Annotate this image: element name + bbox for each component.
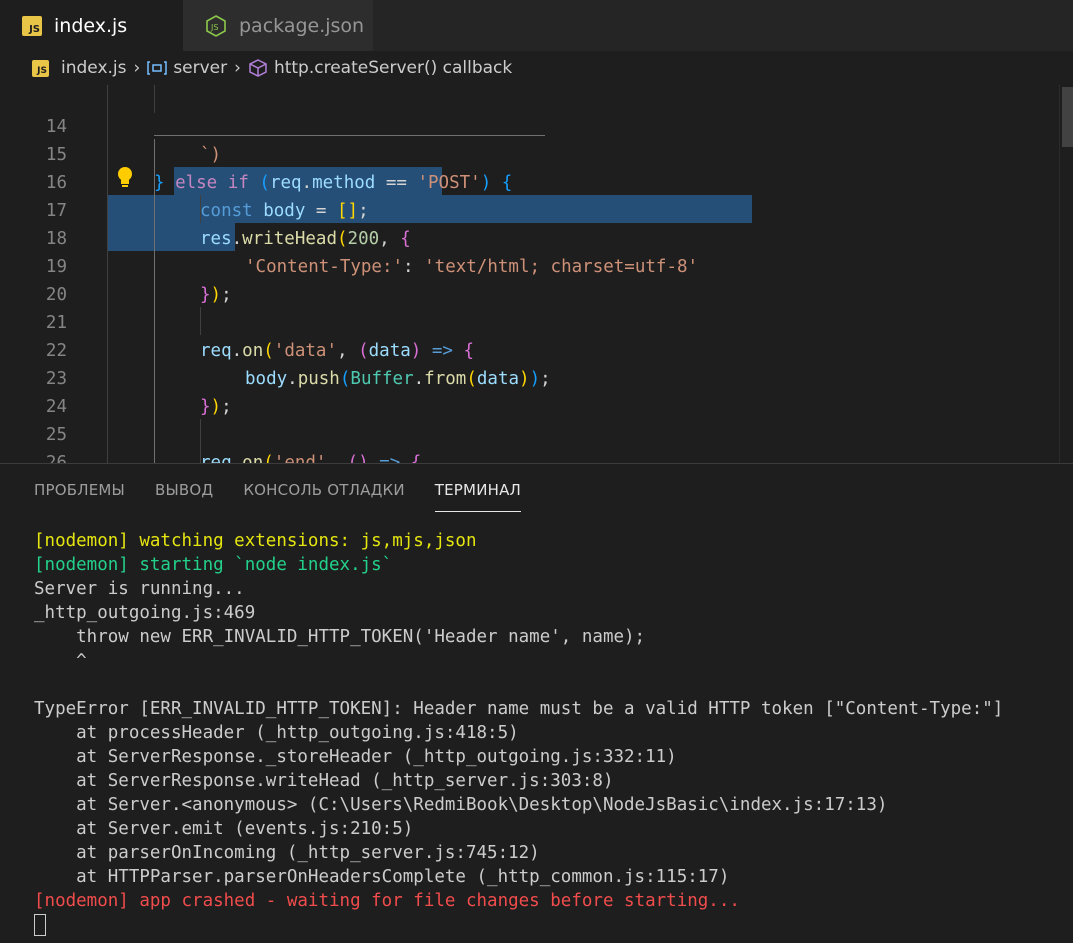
terminal-line: Server is running... [34,579,245,599]
terminal-line: at Server.emit (events.js:210:5) [34,819,414,839]
variable-icon [147,61,168,75]
breadcrumb-callback[interactable]: http.createServer() callback [274,58,512,78]
terminal-line: [nodemon] starting `node index.js` [34,555,393,575]
code-line: 14 `) [0,85,1073,165]
terminal-line: at processHeader (_http_outgoing.js:418:… [34,723,519,743]
code-line: 17 res.writeHead(200, { [0,169,1073,249]
code-line: 15 } else if (req.method == 'POST') { [0,113,1073,193]
terminal-cursor [34,914,46,936]
tab-output[interactable]: ВЫВОД [155,481,213,512]
code-line: 20 [0,253,1073,305]
terminal-output[interactable]: [nodemon] watching extensions: js,mjs,js… [34,529,1003,937]
tab-debug-console[interactable]: КОНСОЛЬ ОТЛАДКИ [243,481,404,512]
scrollbar-thumb[interactable] [1062,87,1073,147]
code-line: 21 req.on('data', (data) => { [0,281,1073,361]
code-line: 25 req.on('end', () => { [0,393,1073,463]
nodejs-icon: JS [206,14,226,37]
breadcrumb: JS index.js › server › http.createServer… [0,51,1073,85]
terminal-line: throw new ERR_INVALID_HTTP_TOKEN('Header… [34,627,646,647]
tab-package-json[interactable]: JS package.json [183,0,373,51]
terminal-line: at parserOnIncoming (_http_server.js:745… [34,843,540,863]
terminal-line: ^ [34,651,87,671]
tab-terminal[interactable]: ТЕРМИНАЛ [434,481,522,512]
code-line: 24 [0,365,1073,417]
code-line: 18 'Content-Type:': 'text/html; charset=… [0,197,1073,277]
tab-label: package.json [239,14,365,37]
terminal-prompt[interactable] [34,913,1003,937]
terminal-line: at ServerResponse.writeHead (_http_serve… [34,771,614,791]
bottom-panel: ПРОБЛЕМЫ ВЫВОД КОНСОЛЬ ОТЛАДКИ ТЕРМИНАЛ … [0,463,1073,943]
tab-index-js[interactable]: JS index.js [0,0,183,51]
terminal-line: at ServerResponse._storeHeader (_http_ou… [34,747,677,767]
code-line: 19 }); [0,225,1073,305]
terminal-line: TypeError [ERR_INVALID_HTTP_TOKEN]: Head… [34,699,1004,719]
js-file-icon: JS [32,59,49,77]
terminal-line: [nodemon] app crashed - waiting for file… [34,891,740,911]
terminal-line: at Server.<anonymous> (C:\Users\RedmiBoo… [34,795,888,815]
terminal-line: [nodemon] watching extensions: js,mjs,js… [34,531,477,551]
overview-ruler[interactable] [1059,85,1073,463]
code-line: 26 const message = body.toString().split… [0,421,1073,463]
tab-problems[interactable]: ПРОБЛЕМЫ [34,481,125,512]
code-line: 23 }); [0,337,1073,417]
breadcrumb-symbol[interactable]: server [173,58,227,78]
panel-tabs: ПРОБЛЕМЫ ВЫВОД КОНСОЛЬ ОТЛАДКИ ТЕРМИНАЛ [34,481,551,512]
terminal-line: _http_outgoing.js:469 [34,603,256,623]
code-line: 22 body.push(Buffer.from(data)); [0,309,1073,389]
svg-text:JS: JS [210,23,218,32]
terminal-line: at HTTPParser.parserOnHeadersComplete (_… [34,867,730,887]
code-editor[interactable]: 14 `) 15 } else if (req.method == 'POST'… [0,85,1073,463]
breadcrumb-file[interactable]: index.js [61,58,127,78]
tab-label: index.js [54,14,128,37]
code-line: 16 const body = []; [0,141,1073,221]
js-file-icon: JS [22,15,42,36]
editor-tab-bar: JS index.js JS package.json [0,0,1073,51]
chevron-right-icon: › [234,58,241,78]
chevron-right-icon: › [133,58,141,78]
method-cube-icon [249,59,267,77]
code-line: 27 [0,449,1073,463]
